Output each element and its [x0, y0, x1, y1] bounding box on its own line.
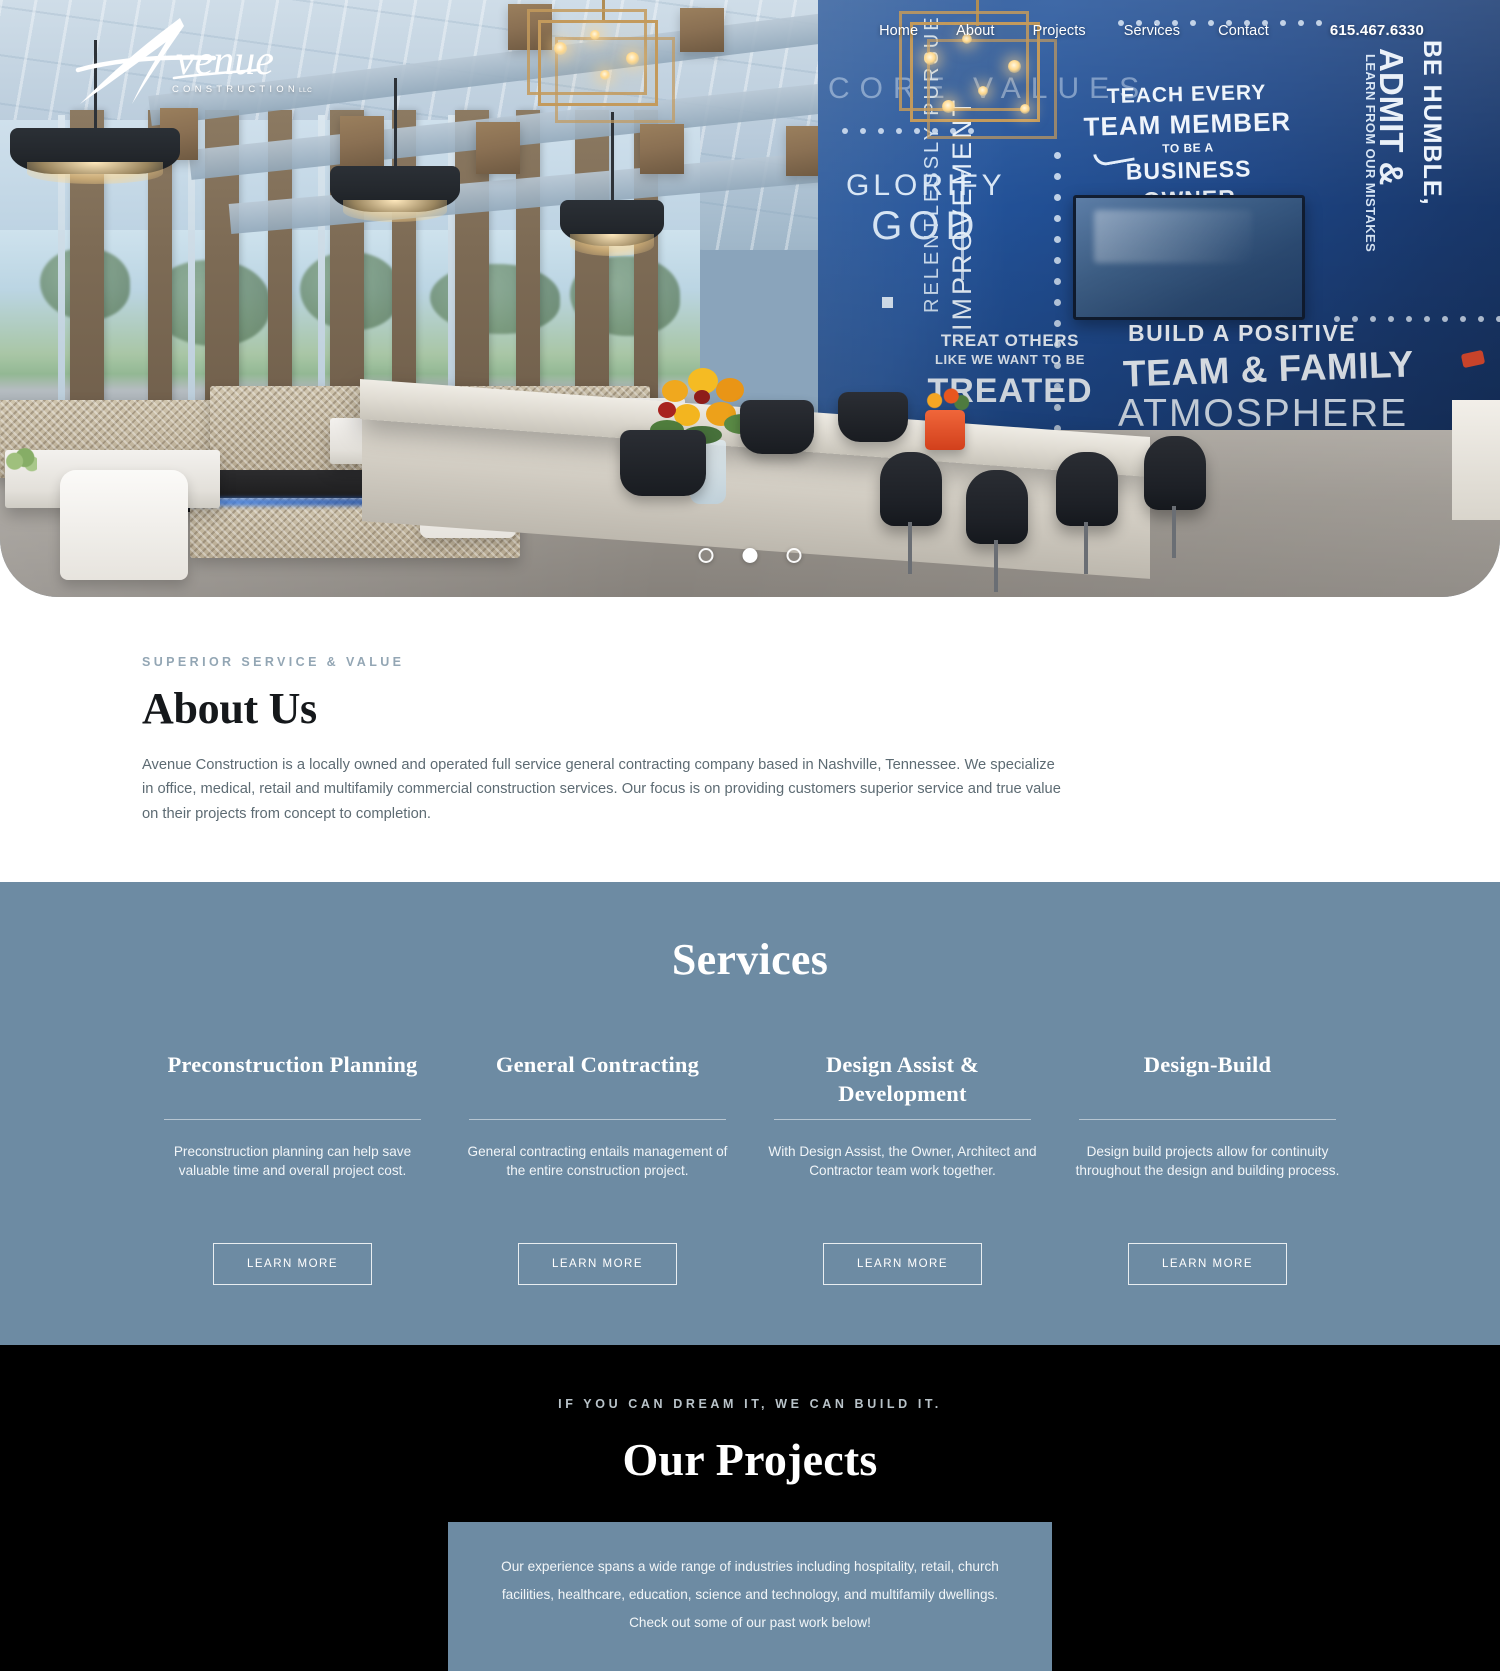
learn-more-button-design-assist-development[interactable]: Learn More: [822, 1243, 983, 1286]
service-card-design-assist-development: Design Assist & Development With Design …: [750, 1051, 1055, 1286]
projects-title: Our Projects: [622, 1434, 878, 1486]
about-body: Avenue Construction is a locally owned a…: [142, 757, 1061, 822]
service-card-divider: [774, 1118, 1031, 1120]
logo-subtitle: CONSTRUCTIONLLC: [172, 84, 313, 95]
nav-item-services[interactable]: Services: [1105, 23, 1199, 39]
projects-tagline: If you can dream it, we can build it.: [558, 1397, 942, 1412]
service-card-body: Design build projects allow for continui…: [1075, 1143, 1340, 1179]
primary-navigation[interactable]: Home About Projects Services Contact 615…: [860, 22, 1424, 39]
service-card-title: General Contracting: [495, 1051, 700, 1077]
learn-more-button-preconstruction-planning[interactable]: Learn More: [212, 1243, 373, 1286]
service-card-divider: [164, 1118, 421, 1120]
hero-carousel: CORE VALUES GLORIFY GOD RELENTLESSLY PUR…: [0, 0, 1500, 597]
projects-section: If you can dream it, we can build it. Ou…: [0, 1345, 1500, 1671]
service-card-divider: [469, 1118, 726, 1120]
service-card-design-build: Design-Build Design build projects allow…: [1055, 1051, 1360, 1286]
site-logo[interactable]: venue CONSTRUCTIONLLC: [62, 12, 312, 117]
nav-item-home[interactable]: Home: [860, 23, 937, 39]
about-title: About Us: [142, 684, 317, 733]
service-card-title: Preconstruction Planning: [167, 1051, 418, 1077]
services-title: Services: [671, 934, 829, 984]
nav-item-projects[interactable]: Projects: [1014, 23, 1105, 39]
about-eyebrow: Superior Service & Value: [142, 655, 405, 669]
service-card-title: Design-Build: [1143, 1051, 1272, 1077]
carousel-dot-1[interactable]: [698, 548, 714, 563]
nav-item-about[interactable]: About: [937, 23, 1013, 39]
service-card-title: Design Assist & Development: [825, 1051, 980, 1106]
service-card-general-contracting: General Contracting General contracting …: [445, 1051, 750, 1286]
projects-description-box: Our experience spans a wide range of ind…: [448, 1522, 1052, 1671]
service-card-body: With Design Assist, the Owner, Architect…: [768, 1143, 1037, 1179]
service-card-preconstruction-planning: Preconstruction Planning Preconstruction…: [140, 1051, 445, 1286]
carousel-dot-2[interactable]: [742, 548, 758, 563]
services-section: Services Preconstruction Planning Precon…: [0, 881, 1500, 1346]
carousel-dot-3[interactable]: [786, 548, 802, 563]
learn-more-button-general-contracting[interactable]: Learn More: [517, 1243, 678, 1286]
service-card-body: General contracting entails management o…: [467, 1143, 728, 1179]
header-phone-number[interactable]: 615.467.6330: [1330, 22, 1424, 39]
about-section: Superior Service & Value About Us Avenue…: [0, 597, 1500, 882]
service-card-divider: [1079, 1118, 1336, 1120]
service-card-body: Preconstruction planning can help save v…: [173, 1143, 412, 1179]
projects-description: Our experience spans a wide range of ind…: [501, 1559, 999, 1630]
nav-item-contact[interactable]: Contact: [1199, 23, 1288, 39]
services-grid: Preconstruction Planning Preconstruction…: [140, 1051, 1360, 1286]
carousel-dots[interactable]: [698, 548, 802, 563]
learn-more-button-design-build[interactable]: Learn More: [1127, 1243, 1288, 1286]
